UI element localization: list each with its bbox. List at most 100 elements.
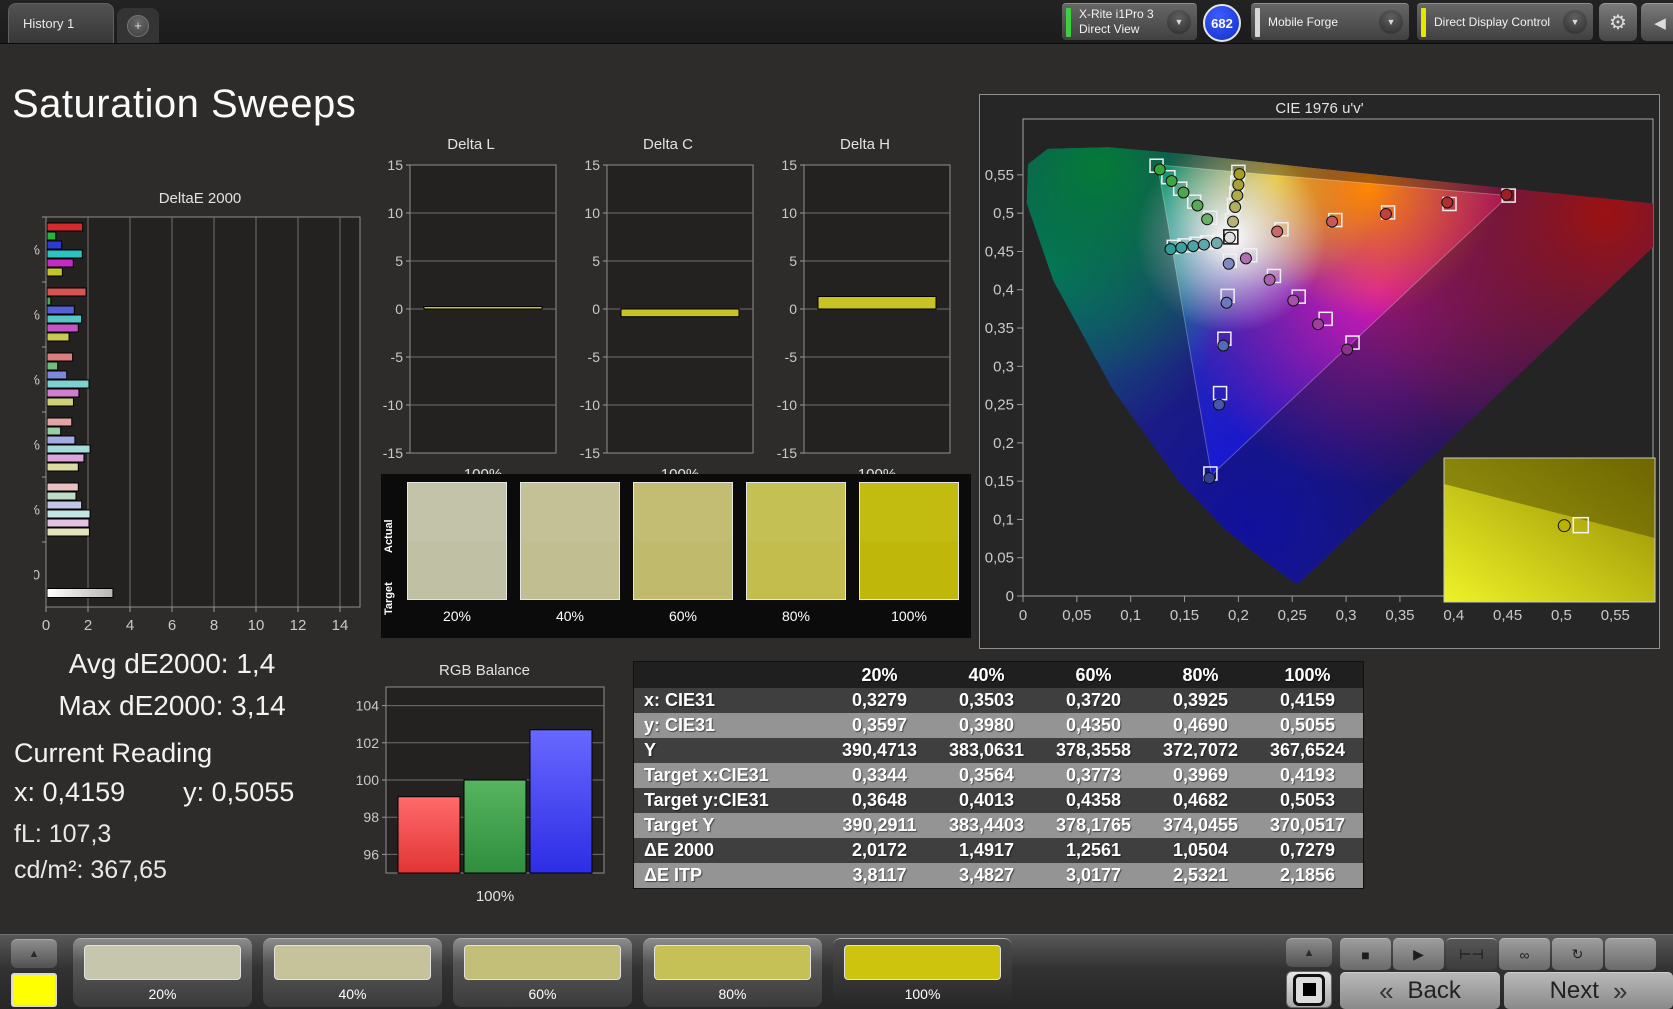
table-row: Target x:CIE31 0,3344 0,3564 0,3773 0,3969 0,… bbox=[634, 763, 1363, 788]
svg-text:0,15: 0,15 bbox=[1170, 607, 1199, 624]
svg-text:0,25: 0,25 bbox=[985, 397, 1014, 414]
current-reading-xy: x: 0,4159 y: 0,5055 bbox=[14, 777, 295, 807]
table-cell: 2,1856 bbox=[1279, 865, 1336, 885]
tab-history-1[interactable]: History 1 bbox=[8, 3, 114, 43]
chevron-down-icon: ▼ bbox=[1167, 10, 1191, 34]
table-cell: 378,1765 bbox=[1055, 815, 1132, 835]
loop-button[interactable]: ∞ bbox=[1499, 938, 1550, 970]
table-cell: 383,0631 bbox=[948, 740, 1025, 760]
plus-icon: + bbox=[127, 14, 149, 37]
collapse-panel-button[interactable]: ◀ bbox=[1641, 3, 1673, 41]
table-row-label: Target Y bbox=[644, 815, 715, 835]
table-cell: 0,5053 bbox=[1279, 790, 1336, 810]
transport-controls: ■ ▶ ⊢⊣ ∞ ↻ bbox=[1340, 938, 1656, 970]
table-cell: 0,3720 bbox=[1065, 690, 1122, 710]
pattern-window-button[interactable] bbox=[1286, 971, 1332, 1008]
chevron-down-icon: ▼ bbox=[1379, 10, 1403, 34]
chevrons-right-icon: » bbox=[1612, 975, 1628, 1006]
step-icon: ⊢⊣ bbox=[1459, 946, 1484, 962]
table-row: x: CIE31 0,3279 0,3503 0,3720 0,3925 0,4159 bbox=[634, 688, 1363, 713]
svg-text:100: 100 bbox=[356, 772, 380, 788]
expand-up-button[interactable]: ▲ bbox=[1286, 938, 1332, 967]
results-table-header: 20% 40% 60% 80% 100% bbox=[634, 662, 1363, 688]
refresh-icon: ↻ bbox=[1571, 946, 1584, 962]
sweep-swatch-40%: 40% bbox=[520, 482, 620, 624]
source-dropdown[interactable]: Mobile Forge ▼ bbox=[1251, 3, 1409, 40]
delta-h-chart-title: Delta H bbox=[839, 136, 891, 153]
svg-text:0,2: 0,2 bbox=[993, 435, 1014, 452]
swatch-color-chip bbox=[654, 945, 811, 980]
table-row-label: Target y:CIE31 bbox=[644, 790, 769, 810]
next-button[interactable]: Next » bbox=[1504, 972, 1673, 1009]
svg-text:0,2: 0,2 bbox=[1228, 607, 1249, 624]
table-cell: 0,3597 bbox=[851, 715, 908, 735]
page-title: Saturation Sweeps bbox=[12, 82, 357, 126]
swatch-color-box bbox=[859, 482, 959, 600]
step-button[interactable]: ⊢⊣ bbox=[1446, 938, 1497, 970]
swatch-label: 60% bbox=[668, 608, 698, 624]
svg-text:0,35: 0,35 bbox=[985, 320, 1014, 337]
svg-text:0,55: 0,55 bbox=[1601, 607, 1630, 624]
collapse-left-icon: ◀ bbox=[1654, 14, 1666, 32]
svg-text:5: 5 bbox=[789, 253, 797, 269]
delta-l-chart-panel: Delta L -15-10-5051015100% bbox=[376, 136, 566, 488]
table-cell: 383,4403 bbox=[948, 815, 1025, 835]
saturation-swatch-button-20%[interactable]: 20% bbox=[73, 938, 252, 1007]
chevrons-left-icon: « bbox=[1379, 975, 1394, 1006]
svg-text:10: 10 bbox=[584, 205, 600, 221]
rgb-balance-chart-panel: RGB Balance 96 98 100 102 104 100% bbox=[352, 662, 617, 922]
table-cell: 0,3503 bbox=[958, 690, 1015, 710]
table-cell: 0,3279 bbox=[851, 690, 908, 710]
meter-count-badge: 682 bbox=[1203, 4, 1241, 42]
saturation-swatch-button-40%[interactable]: 40% bbox=[263, 938, 442, 1007]
table-row: Target Y 390,2911 383,4403 378,1765 374,0455… bbox=[634, 813, 1363, 838]
svg-text:4: 4 bbox=[126, 617, 134, 634]
back-button[interactable]: « Back bbox=[1340, 972, 1500, 1009]
swatch-color-box bbox=[746, 482, 846, 600]
max-de2000: Max dE2000: 3,14 bbox=[58, 690, 286, 721]
display-control-name: Direct Display Control bbox=[1434, 14, 1551, 29]
extra-button[interactable] bbox=[1605, 938, 1656, 970]
refresh-button[interactable]: ↻ bbox=[1552, 938, 1603, 970]
bottom-bar: ▲ 20% 40% 60% 80% 100% ▲ ■ ▶ ⊢⊣ ∞ ↻ « Back Next … bbox=[0, 934, 1673, 1009]
current-pattern-swatch[interactable] bbox=[11, 973, 57, 1007]
stop-button[interactable]: ■ bbox=[1340, 938, 1391, 970]
table-cell: 367,6524 bbox=[1269, 740, 1346, 760]
table-row: Target y:CIE31 0,3648 0,4013 0,4358 0,4682 0,… bbox=[634, 788, 1363, 813]
source-status-stripe bbox=[1255, 7, 1260, 37]
svg-text:80%: 80% bbox=[34, 307, 40, 323]
svg-text:2: 2 bbox=[84, 617, 92, 634]
deltae2000-chart-panel: DeltaE 2000 0 2 4 6 8 10 12 14 100% 80% 60% 40% 20% 1… bbox=[4, 190, 366, 644]
table-row-label: x: CIE31 bbox=[644, 690, 716, 710]
svg-text:-5: -5 bbox=[391, 349, 404, 365]
svg-text:15: 15 bbox=[584, 157, 600, 173]
table-cell: 370,0517 bbox=[1269, 815, 1346, 835]
gear-icon: ⚙ bbox=[1609, 12, 1627, 34]
svg-text:0,3: 0,3 bbox=[993, 358, 1014, 375]
delta-h-chart-panel: Delta H -15-10-5051015100% bbox=[770, 136, 960, 488]
table-cell: 374,0455 bbox=[1162, 815, 1239, 835]
play-button[interactable]: ▶ bbox=[1393, 938, 1444, 970]
display-control-dropdown[interactable]: Direct Display Control ▼ bbox=[1417, 3, 1593, 40]
saturation-swatch-button-60%[interactable]: 60% bbox=[453, 938, 632, 1007]
settings-button[interactable]: ⚙ bbox=[1599, 3, 1637, 41]
svg-text:0,45: 0,45 bbox=[985, 243, 1014, 260]
meter-dropdown[interactable]: X-Rite i1Pro 3 Direct View ▼ bbox=[1062, 3, 1197, 40]
swatch-label: 80% bbox=[781, 608, 811, 624]
table-cell: 3,4827 bbox=[958, 865, 1015, 885]
delta-c-chart: -15-10-5051015100% bbox=[580, 157, 754, 483]
table-cell: 0,3648 bbox=[851, 790, 908, 810]
table-cell: 390,4713 bbox=[841, 740, 918, 760]
table-row-label: ΔE ITP bbox=[644, 865, 702, 885]
svg-text:100: 100 bbox=[34, 567, 40, 583]
table-cell: 0,3925 bbox=[1172, 690, 1229, 710]
saturation-swatch-button-80%[interactable]: 80% bbox=[643, 938, 822, 1007]
add-tab-button[interactable]: + bbox=[117, 8, 159, 43]
expand-up-button[interactable]: ▲ bbox=[11, 939, 57, 968]
sweep-swatch-60%: 60% bbox=[633, 482, 733, 624]
swatch-color-box bbox=[520, 482, 620, 600]
saturation-swatch-button-100%[interactable]: 100% bbox=[833, 938, 1012, 1007]
swatch-button-label: 60% bbox=[528, 986, 557, 1002]
table-cell: 0,3344 bbox=[851, 765, 908, 785]
svg-text:-5: -5 bbox=[588, 349, 601, 365]
